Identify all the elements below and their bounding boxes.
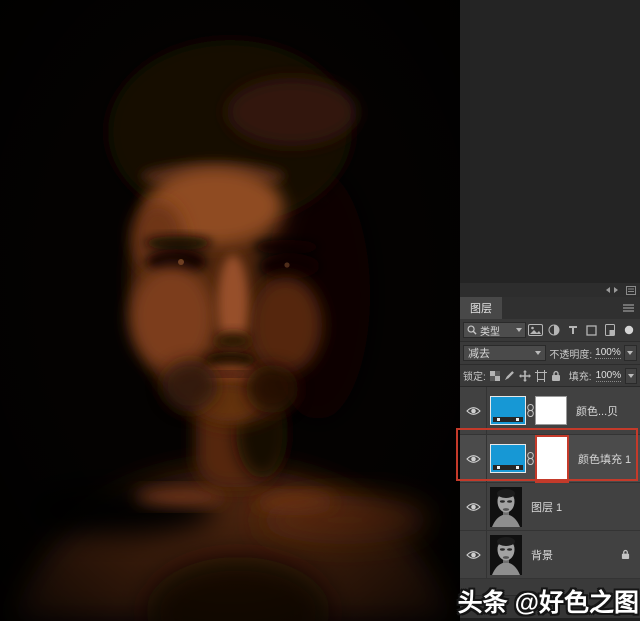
mask-link-icon[interactable] [527, 452, 534, 465]
visibility-toggle[interactable] [460, 387, 487, 434]
blend-mode-row: 减去 不透明度: 100% [460, 342, 640, 365]
layer-row-background[interactable]: 背景 [460, 531, 640, 579]
collapse-panel-icon[interactable] [604, 286, 620, 294]
filter-pixel-layers-icon[interactable] [528, 322, 545, 338]
eye-icon [466, 406, 481, 416]
lock-position-icon[interactable] [519, 370, 531, 382]
filter-type-label: 类型 [480, 323, 513, 338]
filter-shape-layers-icon[interactable] [583, 322, 600, 338]
visibility-toggle[interactable] [460, 483, 487, 530]
layer-mask-thumbnail[interactable] [535, 396, 567, 425]
layer-filter-row: 类型 [460, 319, 640, 342]
layer-row-layer-1[interactable]: 图层 1 [460, 483, 640, 531]
layer-row-color-copy[interactable]: 颜色...贝 [460, 387, 640, 435]
blend-mode-dropdown[interactable]: 减去 [463, 345, 546, 361]
photoshop-screenshot: 图层 类型 [0, 0, 640, 621]
visibility-toggle[interactable] [460, 435, 487, 482]
panel-menu-icon[interactable] [622, 303, 635, 313]
eye-icon [466, 502, 481, 512]
lock-row: 锁定: 填充: 100% [460, 365, 640, 387]
layers-list: 颜色...贝 颜色填充 1 [460, 387, 640, 579]
panel-bottom-bar [460, 595, 640, 618]
lock-pixels-icon[interactable] [504, 370, 515, 381]
filter-toggle-icon[interactable] [620, 322, 637, 338]
layer-name[interactable]: 图层 1 [531, 499, 562, 515]
tab-layers-label: 图层 [470, 300, 492, 316]
layer-name[interactable]: 颜色...贝 [576, 403, 618, 419]
portrait-photo [0, 0, 460, 621]
filter-smart-objects-icon[interactable] [602, 322, 619, 338]
lock-label: 锁定: [463, 368, 486, 383]
layers-panel: 图层 类型 [460, 283, 640, 621]
opacity-label: 不透明度: [549, 346, 592, 361]
eye-icon [466, 454, 481, 464]
eye-icon [466, 550, 481, 560]
opacity-value[interactable]: 100% [595, 347, 621, 359]
layer-name[interactable]: 背景 [531, 547, 553, 563]
background-lock-icon [621, 549, 630, 560]
color-fill-thumbnail[interactable] [490, 396, 526, 425]
layer-row-color-fill-1[interactable]: 颜色填充 1 [460, 435, 640, 483]
fill-label: 填充: [569, 368, 592, 383]
dock-menu-icon[interactable] [626, 286, 636, 295]
mask-link-icon[interactable] [527, 404, 534, 417]
panel-group-header [460, 283, 640, 297]
filter-type-layers-icon[interactable] [565, 322, 582, 338]
document-canvas[interactable] [0, 0, 460, 621]
layer-thumbnail[interactable] [490, 487, 522, 527]
fill-value[interactable]: 100% [596, 370, 622, 382]
filter-type-dropdown[interactable]: 类型 [463, 322, 526, 338]
opacity-dropdown-icon[interactable] [624, 345, 637, 361]
tab-layers[interactable]: 图层 [460, 297, 502, 319]
color-fill-thumbnail[interactable] [490, 444, 526, 473]
chevron-down-icon [516, 328, 522, 332]
layer-thumbnail[interactable] [490, 535, 522, 575]
layer-mask-thumbnail-selected[interactable] [535, 435, 569, 483]
lock-transparency-icon[interactable] [490, 371, 500, 381]
search-icon [467, 325, 477, 335]
layer-name[interactable]: 颜色填充 1 [578, 451, 631, 467]
fill-dropdown-icon[interactable] [625, 368, 637, 384]
lock-artboard-icon[interactable] [535, 370, 547, 382]
filter-adjustment-layers-icon[interactable] [546, 322, 563, 338]
layers-empty-area [460, 579, 640, 595]
visibility-toggle[interactable] [460, 531, 487, 578]
link-layers-icon[interactable] [490, 603, 506, 611]
chevron-down-icon [535, 351, 541, 355]
lock-all-icon[interactable] [551, 370, 561, 382]
blend-mode-value: 减去 [468, 345, 490, 361]
panel-tab-bar: 图层 [460, 297, 640, 319]
